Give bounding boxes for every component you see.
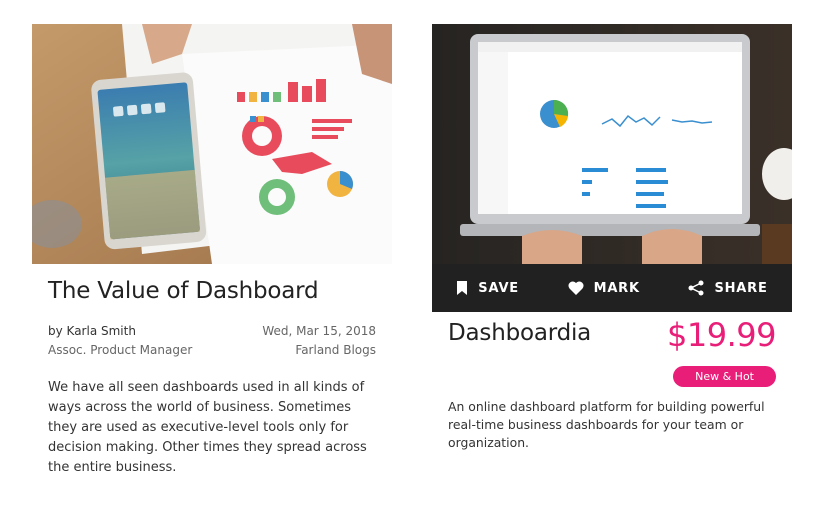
article-image[interactable] <box>32 24 392 264</box>
product-price: $19.99 <box>667 316 776 354</box>
heart-icon <box>568 281 584 295</box>
source-name[interactable]: Farland Blogs <box>295 343 376 357</box>
mark-button[interactable]: MARK <box>568 281 640 296</box>
article-card: The Value of Dashboard by Karla Smith As… <box>32 24 392 504</box>
product-card: SAVE MARK SHARE Dashboardia $19.99 New &… <box>432 24 792 454</box>
product-image[interactable] <box>432 24 792 264</box>
article-title[interactable]: The Value of Dashboard <box>48 278 319 304</box>
save-label: SAVE <box>478 280 519 296</box>
mark-label: MARK <box>593 280 640 296</box>
author-role: Assoc. Product Manager <box>48 343 193 357</box>
action-bar: SAVE MARK SHARE <box>432 264 792 312</box>
bookmark-icon <box>457 281 468 295</box>
share-label: SHARE <box>714 280 768 296</box>
product-description: An online dashboard platform for buildin… <box>448 399 765 450</box>
publish-date: Wed, Mar 15, 2018 <box>262 324 376 338</box>
save-button[interactable]: SAVE <box>456 281 519 296</box>
article-body: We have all seen dashboards used in all … <box>48 380 367 475</box>
share-button[interactable]: SHARE <box>688 280 767 296</box>
status-badge: New & Hot <box>673 366 776 387</box>
product-title[interactable]: Dashboardia <box>448 320 591 346</box>
author-name[interactable]: by Karla Smith <box>48 324 136 338</box>
share-icon <box>688 280 704 296</box>
